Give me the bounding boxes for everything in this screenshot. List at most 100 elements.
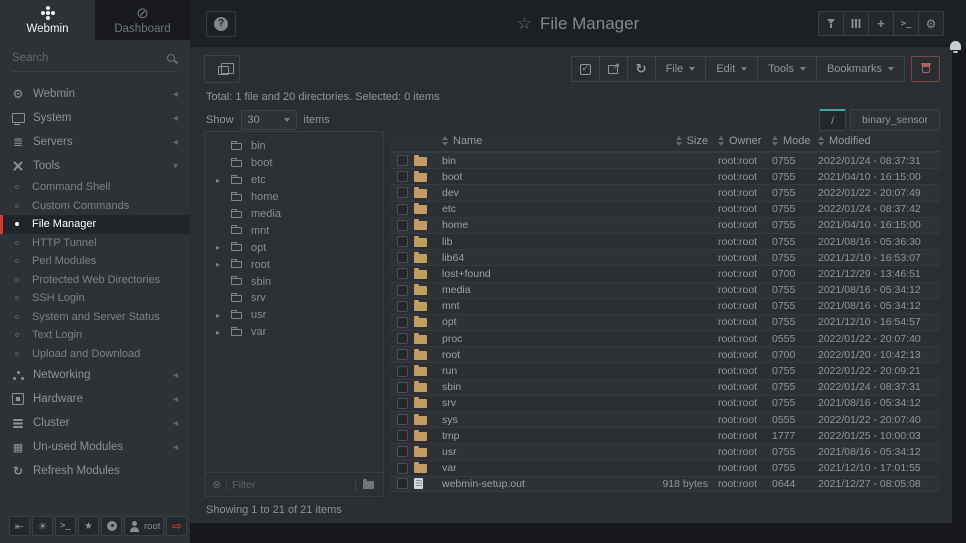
tree-item[interactable]: opt xyxy=(205,239,383,256)
row-checkbox[interactable] xyxy=(397,333,408,344)
row-checkbox[interactable] xyxy=(397,220,408,231)
row-checkbox[interactable] xyxy=(397,349,408,360)
expander-icon[interactable] xyxy=(216,176,227,185)
sidebar-item[interactable]: Cluster xyxy=(0,411,190,435)
table-row[interactable]: proc root:root 0555 2022/01/22 - 20:07:4… xyxy=(390,330,940,346)
sidebar-item[interactable]: HTTP Tunnel xyxy=(0,234,190,253)
sidebar-item[interactable]: System xyxy=(0,106,190,130)
help-button[interactable] xyxy=(206,11,236,37)
header-action-button[interactable] xyxy=(918,11,944,36)
table-row[interactable]: lost+found root:root 0700 2021/12/29 - 1… xyxy=(390,265,940,281)
sidebar-item[interactable]: Un-used Modules xyxy=(0,435,190,459)
toolbar-icon-button[interactable] xyxy=(571,56,600,82)
row-checkbox[interactable] xyxy=(397,187,408,198)
clear-filter-icon[interactable] xyxy=(212,478,221,491)
row-checkbox[interactable] xyxy=(397,414,408,425)
tree-item[interactable]: home xyxy=(205,189,383,206)
toolbar-menu-button[interactable]: Bookmarks xyxy=(816,56,905,82)
sidebar-item[interactable]: File Manager xyxy=(0,215,190,234)
table-row[interactable]: lib root:root 0755 2021/08/16 - 05:36:30 xyxy=(390,233,940,249)
sidebar-item[interactable]: Command Shell xyxy=(0,178,190,197)
path-tab[interactable]: binary_sensor xyxy=(850,109,940,131)
header-action-button[interactable] xyxy=(818,11,844,36)
table-row[interactable]: dev root:root 0755 2022/01/22 - 20:07:49 xyxy=(390,184,940,200)
table-row[interactable]: opt root:root 0755 2021/12/10 - 16:54:57 xyxy=(390,314,940,330)
sidebar-footer-button[interactable] xyxy=(101,516,122,536)
table-row[interactable]: lib64 root:root 0755 2021/12/10 - 16:53:… xyxy=(390,249,940,265)
table-row[interactable]: sbin root:root 0755 2022/01/24 - 08:37:3… xyxy=(390,379,940,395)
row-checkbox[interactable] xyxy=(397,285,408,296)
show-items-select[interactable]: 30 xyxy=(241,110,297,130)
sidebar-footer-button[interactable] xyxy=(78,516,99,536)
header-action-button[interactable] xyxy=(868,11,894,36)
sidebar-item[interactable]: Hardware xyxy=(0,387,190,411)
tree-item[interactable]: usr xyxy=(205,307,383,324)
table-row[interactable]: home root:root 0755 2021/04/10 - 16:15:0… xyxy=(390,217,940,233)
row-checkbox[interactable] xyxy=(397,430,408,441)
row-checkbox[interactable] xyxy=(397,463,408,474)
header-action-button[interactable] xyxy=(893,11,919,36)
table-row[interactable]: media root:root 0755 2021/08/16 - 05:34:… xyxy=(390,282,940,298)
row-checkbox[interactable] xyxy=(397,446,408,457)
row-checkbox[interactable] xyxy=(397,236,408,247)
toolbar-menu-button[interactable]: Edit xyxy=(705,56,758,82)
row-checkbox[interactable] xyxy=(397,171,408,182)
table-row[interactable]: srv root:root 0755 2021/08/16 - 05:34:12 xyxy=(390,395,940,411)
row-checkbox[interactable] xyxy=(397,478,408,489)
sidebar-item[interactable]: Perl Modules xyxy=(0,252,190,271)
sidebar-item[interactable]: SSH Login xyxy=(0,289,190,308)
sidebar-footer-button[interactable] xyxy=(166,516,187,536)
toolbar-icon-button[interactable] xyxy=(627,56,656,82)
row-checkbox[interactable] xyxy=(397,382,408,393)
tree-item[interactable]: var xyxy=(205,324,383,341)
table-row[interactable]: mnt root:root 0755 2021/08/16 - 05:34:12 xyxy=(390,298,940,314)
expander-icon[interactable] xyxy=(216,260,227,269)
row-checkbox[interactable] xyxy=(397,268,408,279)
column-header[interactable]: Size xyxy=(620,135,708,147)
sidebar-item[interactable]: Upload and Download xyxy=(0,345,190,364)
table-row[interactable]: boot root:root 0755 2021/04/10 - 16:15:0… xyxy=(390,168,940,184)
table-row[interactable]: tmp root:root 1777 2022/01/25 - 10:00:03 xyxy=(390,427,940,443)
row-checkbox[interactable] xyxy=(397,301,408,312)
table-row[interactable]: sys root:root 0555 2022/01/22 - 20:07:40 xyxy=(390,411,940,427)
column-header[interactable]: Mode xyxy=(772,135,818,147)
table-row[interactable]: var root:root 0755 2021/12/10 - 17:01:55 xyxy=(390,460,940,476)
column-header[interactable]: Owner xyxy=(708,135,772,147)
row-checkbox[interactable] xyxy=(397,155,408,166)
sidebar-item[interactable]: Webmin xyxy=(0,82,190,106)
sidebar-item[interactable]: Tools xyxy=(0,154,190,178)
filter-input[interactable] xyxy=(232,479,350,491)
table-row[interactable]: bin root:root 0755 2022/01/24 - 08:37:31 xyxy=(390,152,940,168)
tree-item[interactable]: mnt xyxy=(205,222,383,239)
path-tab[interactable]: / xyxy=(819,109,846,131)
tree-item[interactable]: bin xyxy=(205,138,383,155)
table-row[interactable]: etc root:root 0755 2022/01/24 - 08:37:42 xyxy=(390,201,940,217)
sidebar-footer-button[interactable] xyxy=(32,516,53,536)
sidebar-item[interactable]: Text Login xyxy=(0,326,190,345)
tree-item[interactable]: media xyxy=(205,206,383,223)
toolbar-icon-button[interactable] xyxy=(599,56,628,82)
row-checkbox[interactable] xyxy=(397,366,408,377)
tree-item[interactable]: boot xyxy=(205,155,383,172)
sidebar-footer-button[interactable] xyxy=(9,516,30,536)
table-row[interactable]: run root:root 0755 2022/01/22 - 20:09:21 xyxy=(390,362,940,378)
folder-select-button[interactable] xyxy=(361,479,376,491)
tree-item[interactable]: srv xyxy=(205,290,383,307)
column-header[interactable]: Modified xyxy=(818,135,940,147)
sidebar-footer-button[interactable] xyxy=(55,516,76,536)
expander-icon[interactable] xyxy=(216,311,227,320)
row-checkbox[interactable] xyxy=(397,204,408,215)
toolbar-menu-button[interactable]: Tools xyxy=(757,56,817,82)
sidebar-item[interactable]: System and Server Status xyxy=(0,308,190,327)
sidebar-item[interactable]: Networking xyxy=(0,363,190,387)
column-header[interactable]: Name xyxy=(442,135,620,147)
expander-icon[interactable] xyxy=(216,328,227,337)
row-checkbox[interactable] xyxy=(397,317,408,328)
table-row[interactable]: root root:root 0700 2022/01/20 - 10:42:1… xyxy=(390,346,940,362)
table-row[interactable]: usr root:root 0755 2021/08/16 - 05:34:12 xyxy=(390,443,940,459)
expander-icon[interactable] xyxy=(216,243,227,252)
sidebar-item[interactable]: Protected Web Directories xyxy=(0,271,190,290)
toolbar-menu-button[interactable]: File xyxy=(655,56,707,82)
table-row[interactable]: webmin-setup.out 918 bytes root:root 064… xyxy=(390,476,940,492)
sidebar-footer-button[interactable]: root xyxy=(124,516,164,536)
